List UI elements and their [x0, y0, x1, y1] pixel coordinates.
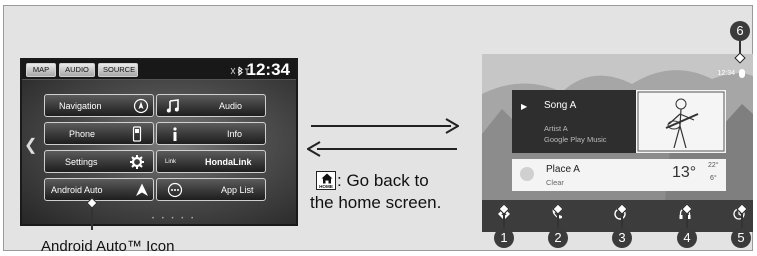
settings-label: Settings	[65, 157, 98, 167]
android-auto-screen: 12:34 ▶ Song A Artist A Google Play Musi…	[482, 54, 753, 232]
aa-status-time: 12:34	[717, 70, 735, 77]
page-left-arrow[interactable]: ❮	[24, 138, 37, 154]
info-icon	[173, 127, 177, 141]
android-auto-icon-caption: Android Auto™ Icon	[41, 238, 175, 255]
song-title: Song A	[544, 100, 577, 111]
info-label: Info	[227, 129, 243, 139]
head-unit-screen: MAP AUDIO SOURCE 12:34 ❮ Navigation Audi…	[20, 58, 298, 226]
head-unit-clock: 12:34	[246, 60, 290, 79]
navigation-button[interactable]: Navigation	[44, 94, 154, 117]
settings-button[interactable]: Settings	[44, 150, 154, 173]
tab-audio[interactable]: AUDIO	[59, 63, 95, 77]
link-icon: Link	[165, 153, 183, 171]
android-auto-label: Android Auto	[51, 185, 103, 195]
tab-map[interactable]: MAP	[26, 63, 56, 77]
play-icon[interactable]: ▶	[521, 102, 527, 111]
app-list-icon	[167, 182, 183, 198]
callout-2-line	[557, 214, 559, 228]
callout-5-line	[741, 214, 743, 228]
media-card[interactable]: ▶ Song A Artist A Google Play Music	[512, 90, 726, 153]
android-auto-icon	[136, 183, 148, 196]
phone-label: Phone	[69, 129, 96, 139]
home-icon	[321, 173, 333, 184]
audio-button[interactable]: Audio	[156, 94, 266, 117]
hondalink-label: HondaLink	[205, 157, 252, 167]
callout-4: 4	[677, 228, 697, 248]
artist-name: Artist A	[544, 124, 568, 133]
info-button[interactable]: Info	[156, 122, 266, 145]
head-unit-top-bar: MAP AUDIO SOURCE 12:34	[22, 60, 296, 80]
phone-icon	[132, 126, 142, 142]
callout-3: 3	[612, 228, 632, 248]
arrow-right-head-icon	[445, 118, 459, 134]
callout-3-line	[621, 214, 623, 228]
arrow-left-head-icon	[307, 141, 321, 157]
weather-condition: Clear	[546, 178, 564, 187]
album-art	[636, 90, 726, 153]
music-service: Google Play Music	[544, 135, 607, 144]
figure-frame: MAP AUDIO SOURCE 12:34 ❮ Navigation Audi…	[3, 5, 753, 255]
navigation-label: Navigation	[59, 101, 102, 111]
compass-icon	[133, 98, 149, 114]
callout-2: 2	[548, 228, 568, 248]
android-auto-callout-line	[91, 208, 93, 230]
audio-label: Audio	[219, 101, 243, 111]
tab-source[interactable]: SOURCE	[98, 63, 138, 77]
page-indicator-dots: • • • • •	[152, 216, 197, 222]
weather-high: 22°	[708, 162, 719, 169]
android-auto-button[interactable]: Android Auto	[44, 178, 154, 201]
home-hint-line2: the home screen.	[310, 193, 442, 212]
app-list-button[interactable]: App List	[156, 178, 266, 201]
phone-button[interactable]: Phone	[44, 122, 154, 145]
callout-6: 6	[730, 21, 750, 41]
weather-place: Place A	[546, 164, 580, 175]
weather-temp: 13°	[672, 164, 697, 181]
callout-4-line	[686, 214, 688, 228]
home-hint-line1: : Go back to	[337, 171, 429, 190]
callout-1: 1	[494, 228, 514, 248]
arrow-right-line	[311, 125, 451, 127]
home-key-label: HOME	[319, 184, 333, 189]
app-list-label: App List	[221, 185, 254, 195]
callout-1-line	[503, 214, 505, 228]
hondalink-button[interactable]: Link HondaLink	[156, 150, 266, 173]
weather-low: 6°	[710, 175, 717, 182]
microphone-icon[interactable]	[739, 69, 745, 78]
home-key: HOME	[316, 171, 336, 190]
android-auto-nav-bar	[482, 200, 753, 232]
arrow-left-line	[317, 148, 457, 150]
gear-icon	[130, 155, 144, 169]
weather-icon	[520, 167, 534, 181]
music-note-icon	[166, 99, 179, 113]
callout-5: 5	[731, 228, 751, 248]
weather-card[interactable]: Place A Clear 13° 22° 6°	[512, 159, 726, 191]
link-icon-text: Link	[165, 159, 177, 165]
